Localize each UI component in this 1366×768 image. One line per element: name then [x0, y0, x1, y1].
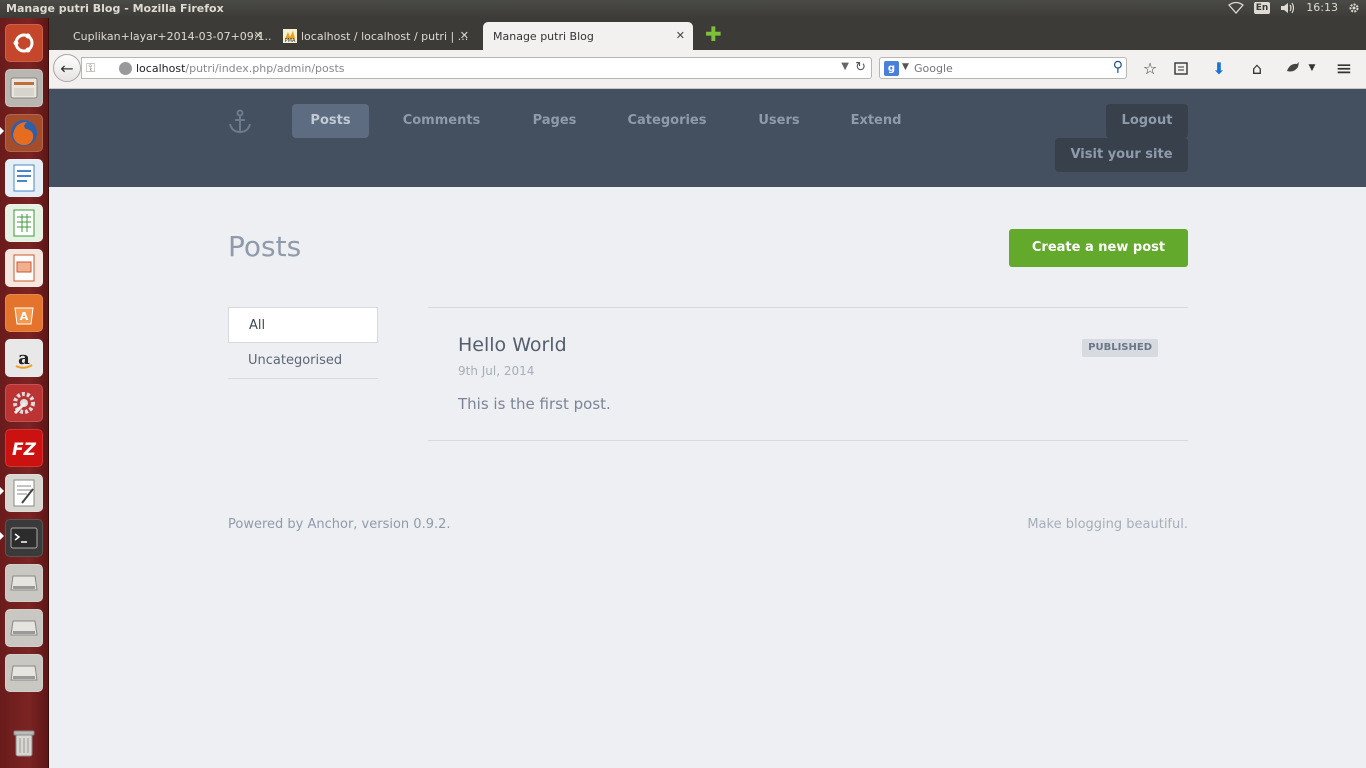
search-bar[interactable]: g ▼ ⚲ [879, 57, 1127, 79]
reload-icon[interactable]: ↻ [855, 60, 866, 75]
footer-powered-by: Powered by Anchor, version 0.9.2. [228, 517, 451, 532]
nav-pages[interactable]: Pages [522, 104, 587, 138]
tab-close-icon[interactable]: ✕ [254, 29, 263, 42]
calc-icon[interactable] [5, 204, 43, 242]
page-viewport: Posts Comments Pages Categories Users Ex… [49, 89, 1366, 768]
running-indicator [0, 532, 4, 540]
addon-dropdown-icon[interactable]: ▼ [1302, 58, 1322, 78]
page-title: Posts [228, 230, 302, 263]
url-host: localhost [136, 62, 186, 75]
tab-close-icon[interactable]: ✕ [676, 29, 685, 42]
back-button[interactable]: ← [53, 54, 81, 82]
create-post-button[interactable]: Create a new post [1009, 229, 1188, 267]
nav-comments[interactable]: Comments [392, 104, 491, 138]
post-excerpt: This is the first post. [458, 395, 611, 413]
files-icon[interactable] [5, 69, 43, 107]
url-text[interactable]: localhost/putri/index.php/admin/posts [136, 62, 345, 75]
impress-icon[interactable] [5, 249, 43, 287]
tab-manage-blog[interactable]: Manage putri Blog ✕ [483, 22, 693, 50]
key-icon[interactable]: ⚿ [86, 61, 95, 76]
bookmark-star-icon[interactable]: ☆ [1140, 58, 1160, 78]
keyboard-layout-indicator[interactable]: En [1253, 1, 1271, 14]
post-list: Hello World 9th Jul, 2014 This is the fi… [428, 307, 1188, 441]
wifi-icon[interactable] [1227, 1, 1244, 14]
tab-screenshot[interactable]: Cuplikan+layar+2014-03-07+09:1... ✕ [49, 22, 271, 50]
nav-extend[interactable]: Extend [841, 104, 911, 138]
tab-label: Cuplikan+layar+2014-03-07+09:1... [73, 29, 271, 43]
tab-close-icon[interactable]: ✕ [460, 29, 469, 42]
globe-icon[interactable] [119, 62, 132, 75]
addon-icon[interactable] [1283, 58, 1303, 78]
filezilla-icon[interactable]: FZ [5, 429, 43, 467]
back-arrow-icon: ← [60, 58, 74, 78]
indicator-area: En 16:13 [1227, 1, 1360, 14]
footer-tagline: Make blogging beautiful. [1027, 517, 1188, 532]
nav-users[interactable]: Users [749, 104, 809, 138]
tab-phpmyadmin[interactable]: PMA localhost / localhost / putri | ... … [277, 22, 477, 50]
logout-button[interactable]: Logout [1106, 104, 1188, 138]
tab-bar: Cuplikan+layar+2014-03-07+09:1... ✕ PMA … [49, 18, 1366, 50]
url-bar[interactable]: ⚿ localhost/putri/index.php/admin/posts … [81, 57, 872, 79]
anchor-logo-icon[interactable] [227, 109, 253, 135]
writer-icon[interactable] [5, 159, 43, 197]
nav-posts[interactable]: Posts [292, 104, 369, 138]
bookmarks-menu-icon[interactable] [1171, 58, 1191, 78]
site-header: Posts Comments Pages Categories Users Ex… [49, 89, 1366, 187]
drive-icon[interactable] [5, 609, 43, 647]
running-indicator [0, 487, 4, 495]
post-title[interactable]: Hello World [458, 334, 567, 356]
navigation-bar: ← ⚿ localhost/putri/index.php/admin/post… [49, 50, 1366, 89]
downloads-icon[interactable]: ⬇ [1209, 58, 1229, 78]
browser-chrome: Cuplikan+layar+2014-03-07+09:1... ✕ PMA … [49, 18, 1366, 89]
url-path: /putri/index.php/admin/posts [185, 62, 345, 75]
amazon-icon[interactable]: a [5, 339, 43, 377]
post-date: 9th Jul, 2014 [458, 364, 535, 378]
window-title: Manage putri Blog - Mozilla Firefox [6, 2, 224, 15]
category-filter-list: All Uncategorised [228, 307, 378, 379]
nav-categories[interactable]: Categories [617, 104, 717, 138]
tab-label: Manage putri Blog [493, 29, 594, 43]
clock[interactable]: 16:13 [1306, 1, 1338, 14]
category-filter-uncategorised[interactable]: Uncategorised [228, 343, 378, 379]
text-editor-icon[interactable] [5, 474, 43, 512]
status-badge: PUBLISHED [1082, 339, 1158, 357]
svg-text:FZ: FZ [12, 440, 37, 460]
system-settings-icon[interactable] [5, 384, 43, 422]
home-icon[interactable]: ⌂ [1247, 58, 1267, 78]
firefox-icon[interactable] [5, 114, 43, 152]
visit-site-button[interactable]: Visit your site [1055, 138, 1188, 172]
trash-icon[interactable] [5, 724, 43, 762]
url-history-dropdown-icon[interactable]: ▼ [841, 61, 849, 72]
software-center-icon[interactable]: A [5, 294, 43, 332]
drive-icon[interactable] [5, 654, 43, 692]
tab-label: localhost / localhost / putri | ... [301, 29, 469, 43]
search-engine-dropdown-icon[interactable]: ▼ [902, 62, 909, 72]
volume-icon[interactable] [1280, 2, 1296, 14]
top-panel: Manage putri Blog - Mozilla Firefox En 1… [0, 0, 1366, 18]
svg-text:A: A [20, 310, 29, 323]
category-filter-all[interactable]: All [228, 307, 378, 343]
svg-text:PMA: PMA [285, 38, 296, 43]
dash-home-icon[interactable] [5, 24, 43, 62]
launcher: A a FZ [0, 18, 49, 768]
new-tab-plus-icon[interactable]: ✚ [705, 24, 722, 44]
menu-hamburger-icon[interactable]: ≡ [1334, 56, 1354, 80]
phpmyadmin-icon: PMA [283, 29, 297, 44]
drive-icon[interactable] [5, 564, 43, 602]
search-magnifier-icon[interactable]: ⚲ [1113, 59, 1123, 75]
running-indicator [0, 127, 4, 135]
google-icon[interactable]: g [884, 61, 899, 76]
terminal-icon[interactable] [5, 519, 43, 557]
search-input[interactable] [914, 60, 1104, 76]
settings-gear-icon[interactable] [1348, 2, 1360, 14]
